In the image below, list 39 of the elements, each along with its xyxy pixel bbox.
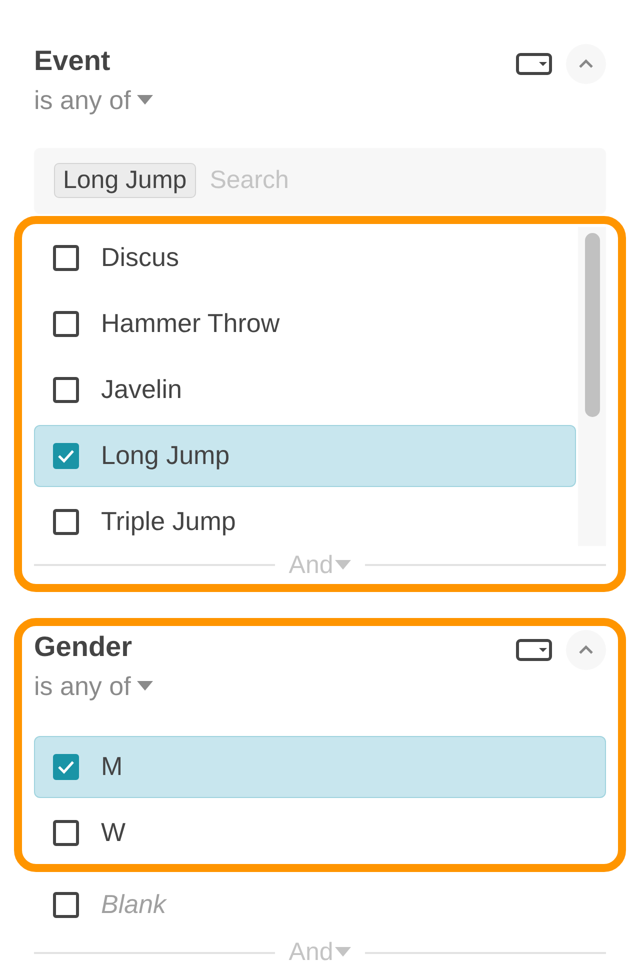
option-label: M [101, 751, 123, 782]
collapse-button[interactable] [566, 630, 606, 670]
caret-icon [335, 560, 352, 570]
option-row[interactable]: Triple Jump [34, 490, 576, 546]
check-icon [57, 448, 75, 462]
collapse-button[interactable] [566, 44, 606, 84]
caret-icon [335, 947, 352, 957]
checkbox[interactable] [53, 754, 79, 780]
option-row[interactable]: Hammer Throw [34, 292, 576, 354]
selected-chip: Long Jump [54, 163, 196, 198]
option-row[interactable]: M [34, 736, 606, 798]
checkbox[interactable] [53, 376, 79, 402]
dropdown-field-icon[interactable] [516, 638, 552, 661]
option-label: Javelin [101, 374, 182, 405]
option-label: Hammer Throw [101, 308, 280, 339]
option-label: W [101, 817, 126, 848]
option-row[interactable]: W [34, 802, 606, 864]
option-row[interactable]: Javelin [34, 358, 576, 420]
option-label: Discus [101, 242, 180, 273]
scrollbar-thumb[interactable] [584, 232, 600, 416]
option-row[interactable]: Discus [34, 226, 576, 288]
checkbox[interactable] [53, 442, 79, 468]
check-icon [57, 760, 75, 774]
chevron-up-icon [578, 644, 594, 655]
checkbox[interactable] [53, 310, 79, 336]
scrollbar-track[interactable] [578, 226, 606, 546]
option-label: Triple Jump [101, 506, 236, 537]
option-label: Blank [101, 889, 166, 920]
caret-icon [136, 95, 153, 105]
checkbox[interactable] [53, 820, 79, 846]
dropdown-field-icon[interactable] [516, 53, 552, 75]
filter-title: Event [34, 44, 112, 78]
filter-title: Gender [34, 630, 134, 664]
chevron-up-icon [578, 59, 594, 69]
checkbox[interactable] [53, 508, 79, 534]
caret-icon [136, 680, 153, 691]
checkbox[interactable] [53, 892, 79, 918]
checkbox[interactable] [53, 244, 79, 270]
option-label: Long Jump [101, 440, 230, 471]
